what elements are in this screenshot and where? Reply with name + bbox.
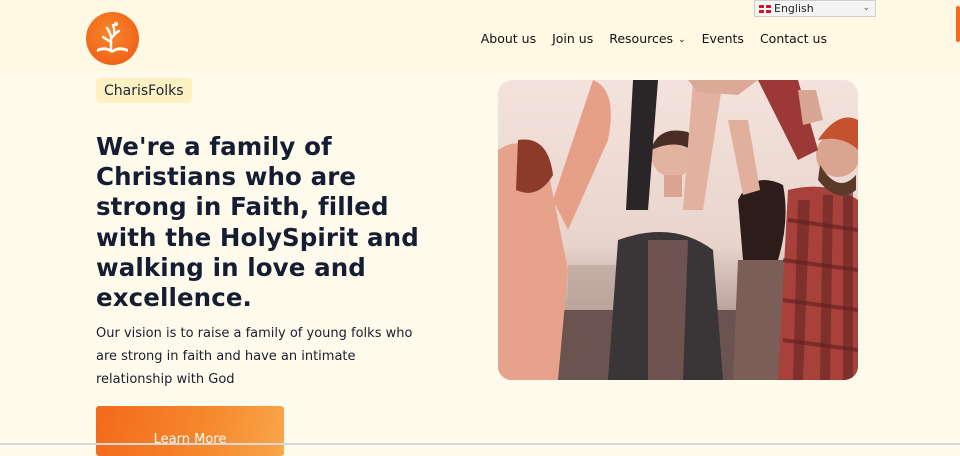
uk-flag-icon [759,4,771,13]
scrollbar-thumb[interactable] [956,6,960,42]
nav-resources[interactable]: Resources ⌄ [609,31,685,46]
hero-image [498,80,858,380]
language-select[interactable]: English ⌄ [754,0,876,17]
learn-more-button[interactable]: Learn More [96,406,284,456]
nav-join-us[interactable]: Join us [552,31,593,46]
nav-label: Resources [609,31,674,46]
hero-headline: We're a family of Christians who are str… [96,132,419,313]
language-value: English [774,2,814,15]
vision-text: Our vision is to raise a family of young… [96,326,413,387]
nav-label: About us [480,31,537,46]
logo[interactable] [86,12,139,65]
chevron-down-icon: ⌄ [678,34,686,45]
nav-label: Events [701,31,744,46]
nav-about-us[interactable]: About us [481,31,536,46]
main-nav: About us Join us Resources ⌄ Events Cont… [481,31,827,46]
nav-contact-us[interactable]: Contact us [760,31,827,46]
nav-label: Join us [552,31,594,46]
brand-badge: CharisFolks [96,78,192,103]
chevron-down-icon: ⌄ [862,3,870,13]
tree-book-icon [97,22,128,53]
nav-label: Contact us [759,31,827,46]
nav-events[interactable]: Events [702,31,744,46]
